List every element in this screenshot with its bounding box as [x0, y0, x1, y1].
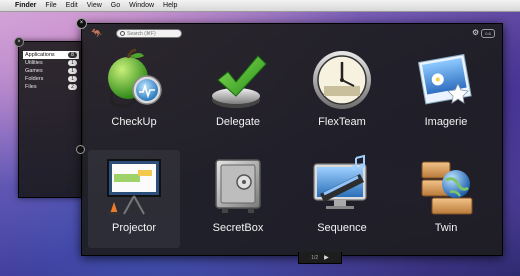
window-close-button[interactable]: ×: [76, 18, 87, 29]
app-label: Imagerie: [424, 116, 468, 128]
app-tile-sequence[interactable]: Sequence: [296, 150, 388, 248]
checkmark-icon: [206, 48, 270, 112]
sidebar-item-utilities[interactable]: Utilities 1: [23, 59, 79, 67]
app-tile-flexteam[interactable]: FlexTeam: [296, 44, 388, 142]
app-tile-projector[interactable]: Projector: [88, 150, 180, 248]
settings-gear-icon[interactable]: ⚙: [472, 29, 480, 37]
menu-view[interactable]: View: [87, 2, 102, 9]
sidebar-item-folders[interactable]: Folders 1: [23, 75, 79, 83]
sidebar-item-label: Folders: [25, 76, 44, 82]
app-label: Twin: [434, 222, 458, 234]
sidebar-item-label: Files: [25, 84, 37, 90]
sidebar-item-label: Applications: [25, 52, 55, 58]
sidebar-toggle-button[interactable]: [76, 145, 85, 154]
next-page-icon[interactable]: ▶: [324, 254, 329, 261]
app-label: FlexTeam: [318, 116, 366, 128]
app-tile-checkup[interactable]: CheckUp: [88, 44, 180, 142]
safe-icon: [206, 154, 270, 218]
search-input[interactable]: [127, 30, 181, 37]
kangaroo-logo-icon: 🦘: [91, 28, 103, 38]
menu-bar: Finder File Edit View Go Window Help: [0, 0, 520, 12]
apple-stethoscope-icon: [102, 48, 166, 112]
sidebar-close-button[interactable]: ×: [14, 37, 24, 47]
menu-edit[interactable]: Edit: [66, 2, 78, 9]
menu-file[interactable]: File: [45, 2, 56, 9]
menu-go[interactable]: Go: [111, 2, 120, 9]
app-tile-delegate[interactable]: Delegate: [192, 44, 284, 142]
sidebar-item-label: Games: [25, 68, 43, 74]
menu-window[interactable]: Window: [129, 2, 154, 9]
app-label: SecretBox: [212, 222, 264, 234]
sidebar-item-count: 2: [68, 84, 77, 90]
app-tile-twin[interactable]: Twin: [400, 150, 492, 248]
sidebar-item-count: 8: [68, 52, 77, 58]
launcher-window: × 🦘 ⚙ 0.6 CheckUp: [76, 18, 503, 256]
search-icon: [120, 31, 125, 36]
app-tile-imagerie[interactable]: Imagerie: [400, 44, 492, 142]
clock-icon: [310, 48, 374, 112]
sidebar-item-applications[interactable]: Applications 8: [23, 51, 79, 59]
app-label: Delegate: [215, 116, 261, 128]
film-monitor-icon: [310, 154, 374, 218]
sidebar-item-count: 1: [68, 60, 77, 66]
globe-drawers-icon: [414, 154, 478, 218]
sidebar-item-count: 1: [68, 68, 77, 74]
search-field[interactable]: [116, 29, 182, 38]
category-sidebar-window: × Applications 8 Utilities 1 Games 1 Fol…: [14, 37, 83, 198]
photos-icon: [414, 48, 478, 112]
pagination-control: 1/2 ▶: [298, 252, 342, 264]
sidebar-item-files[interactable]: Files 2: [23, 83, 79, 91]
category-list: Applications 8 Utilities 1 Games 1 Folde…: [23, 51, 79, 91]
projector-screen-icon: [102, 154, 166, 218]
sidebar-item-count: 1: [68, 76, 77, 82]
page-indicator: 1/2: [311, 254, 319, 261]
sidebar-item-label: Utilities: [25, 60, 43, 66]
app-label: Sequence: [317, 222, 367, 234]
sidebar-item-games[interactable]: Games 1: [23, 67, 79, 75]
app-label: CheckUp: [111, 116, 157, 128]
app-label: Projector: [111, 222, 157, 234]
menu-finder[interactable]: Finder: [15, 2, 36, 9]
zoom-control[interactable]: 0.6: [481, 29, 495, 38]
menu-help[interactable]: Help: [163, 2, 177, 9]
app-tile-secretbox[interactable]: SecretBox: [192, 150, 284, 248]
